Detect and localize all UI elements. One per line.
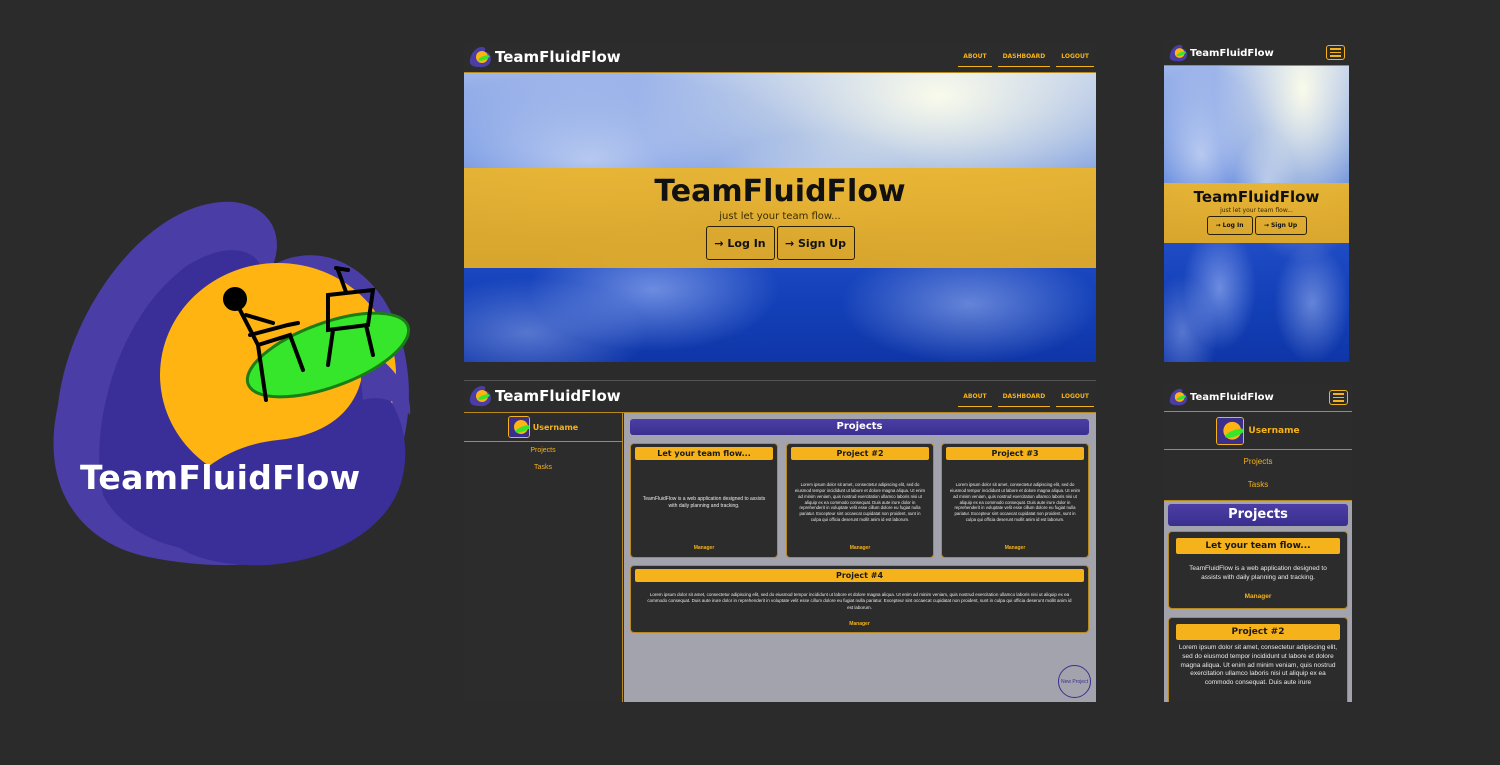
brand-logo-icon <box>1169 388 1187 406</box>
nav-logout-link[interactable]: LOGOUT <box>1056 50 1094 67</box>
teamfluidflow-logo <box>53 201 411 566</box>
project-manager: Manager <box>1004 545 1026 551</box>
project-card[interactable]: Let your team flow... TeamFluidFlow is a… <box>1168 531 1348 609</box>
desktop-dashboard-screen: TeamFluidFlow ABOUT DASHBOARD LOGOUT Use… <box>464 380 1096 702</box>
top-nav: TeamFluidFlow ABOUT DASHBOARD LOGOUT <box>464 381 1096 413</box>
sidebar-item-projects[interactable]: Projects <box>1164 457 1352 466</box>
brand-logo-icon <box>469 386 491 407</box>
project-description: TeamFluidFlow is a web application desig… <box>1189 564 1327 581</box>
hero-banner: TeamFluidFlow just let your team flow...… <box>1164 183 1349 243</box>
sidebar: Username Projects Tasks <box>464 413 623 702</box>
brand-name: TeamFluidFlow <box>1190 391 1274 403</box>
brand-name: TeamFluidFlow <box>495 48 621 66</box>
project-card[interactable]: Project #3 Lorem ipsum dolor sit amet, c… <box>941 443 1089 558</box>
project-title: Project #4 <box>635 569 1084 582</box>
mobile-top-nav: TeamFluidFlow <box>1164 40 1349 66</box>
project-description: TeamFluidFlow is a web application desig… <box>642 495 766 509</box>
avatar-logo-icon <box>1217 417 1244 444</box>
mobile-landing-screen: TeamFluidFlow TeamFluidFlow just let you… <box>1164 40 1349 362</box>
project-description: Lorem ipsum dolor sit amet, consectetur … <box>949 482 1081 522</box>
project-manager: Manager <box>693 545 715 551</box>
nav-about-link[interactable]: ABOUT <box>958 390 992 407</box>
new-project-button[interactable]: New Project <box>1058 665 1091 698</box>
project-title: Project #2 <box>791 447 929 460</box>
brand-name: TeamFluidFlow <box>1190 47 1274 59</box>
hero-banner: TeamFluidFlow just let your team flow...… <box>464 168 1096 268</box>
project-description: Lorem ipsum dolor sit amet, consectetur … <box>794 482 926 522</box>
avatar-logo-icon <box>508 417 529 437</box>
main-content: Projects Let your team flow... TeamFluid… <box>1164 500 1352 702</box>
project-card[interactable]: Let your team flow... TeamFluidFlow is a… <box>630 443 778 558</box>
sidebar-username: Username <box>1248 425 1300 436</box>
sidebar-user[interactable]: Username <box>464 413 622 442</box>
mobile-sidebar: Username Projects Tasks <box>1164 412 1352 500</box>
mobile-top-nav: TeamFluidFlow <box>1164 383 1352 412</box>
brand-name: TeamFluidFlow <box>495 387 621 405</box>
signup-button[interactable]: → Sign Up <box>776 226 855 260</box>
hero-tagline: just let your team flow... <box>719 211 841 222</box>
project-title: Project #3 <box>946 447 1084 460</box>
ocean-hero-background: TeamFluidFlow just let your team flow...… <box>464 73 1096 362</box>
mobile-dashboard-screen: TeamFluidFlow Username Projects Tasks Pr… <box>1164 383 1352 702</box>
hero-title: TeamFluidFlow <box>654 174 906 209</box>
login-button[interactable]: → Log In <box>705 226 775 260</box>
avatar <box>1216 416 1245 445</box>
project-manager: Manager <box>1244 593 1272 600</box>
project-manager: Manager <box>849 545 871 551</box>
logo-wordmark: TeamFluidFlow <box>80 458 361 497</box>
nav-about-link[interactable]: ABOUT <box>958 50 992 67</box>
nav-dashboard-link[interactable]: DASHBOARD <box>997 50 1051 67</box>
avatar <box>507 416 530 438</box>
sidebar-user[interactable]: Username <box>1164 412 1352 450</box>
sidebar-username: Username <box>532 422 579 432</box>
nav-dashboard-link[interactable]: DASHBOARD <box>997 390 1051 407</box>
login-button[interactable]: → Log In <box>1206 216 1253 235</box>
projects-heading: Projects <box>1168 504 1348 526</box>
brand-logo-icon <box>469 47 491 68</box>
nav-logout-link[interactable]: LOGOUT <box>1056 390 1094 407</box>
hamburger-menu-icon[interactable] <box>1326 45 1345 60</box>
hamburger-menu-icon[interactable] <box>1329 390 1348 405</box>
project-card[interactable]: Project #2 Lorem ipsum dolor sit amet, c… <box>1168 617 1348 702</box>
project-manager: Manager <box>849 621 870 627</box>
desktop-landing-screen: TeamFluidFlow ABOUT DASHBOARD LOGOUT Tea… <box>464 42 1096 362</box>
project-title: Let your team flow... <box>635 447 773 460</box>
sidebar-item-projects[interactable]: Projects <box>464 447 622 454</box>
project-card[interactable]: Project #4 Lorem ipsum dolor sit amet, c… <box>630 565 1089 633</box>
project-description: Lorem ipsum dolor sit amet, consectetur … <box>647 592 1072 610</box>
project-title: Let your team flow... <box>1176 538 1340 554</box>
project-description: Lorem ipsum dolor sit amet, consectetur … <box>1178 644 1338 687</box>
hero-title: TeamFluidFlow <box>1193 188 1320 206</box>
ocean-hero-background: TeamFluidFlow just let your team flow...… <box>1164 66 1349 362</box>
projects-heading: Projects <box>630 419 1089 435</box>
brand[interactable]: TeamFluidFlow <box>468 385 621 407</box>
mobile-brand[interactable]: TeamFluidFlow <box>1168 44 1274 62</box>
mobile-brand[interactable]: TeamFluidFlow <box>1168 388 1274 406</box>
project-title: Project #2 <box>1176 624 1340 640</box>
top-nav: TeamFluidFlow ABOUT DASHBOARD LOGOUT <box>464 42 1096 73</box>
signup-button[interactable]: → Sign Up <box>1254 216 1307 235</box>
main-content: Projects Let your team flow... TeamFluid… <box>624 413 1096 702</box>
hero-tagline: just let your team flow... <box>1220 207 1293 214</box>
sidebar-item-tasks[interactable]: Tasks <box>464 464 622 471</box>
brand[interactable]: TeamFluidFlow <box>468 46 621 68</box>
brand-logo-icon <box>1169 44 1187 62</box>
sidebar-item-tasks[interactable]: Tasks <box>1164 480 1352 489</box>
project-card[interactable]: Project #2 Lorem ipsum dolor sit amet, c… <box>786 443 934 558</box>
